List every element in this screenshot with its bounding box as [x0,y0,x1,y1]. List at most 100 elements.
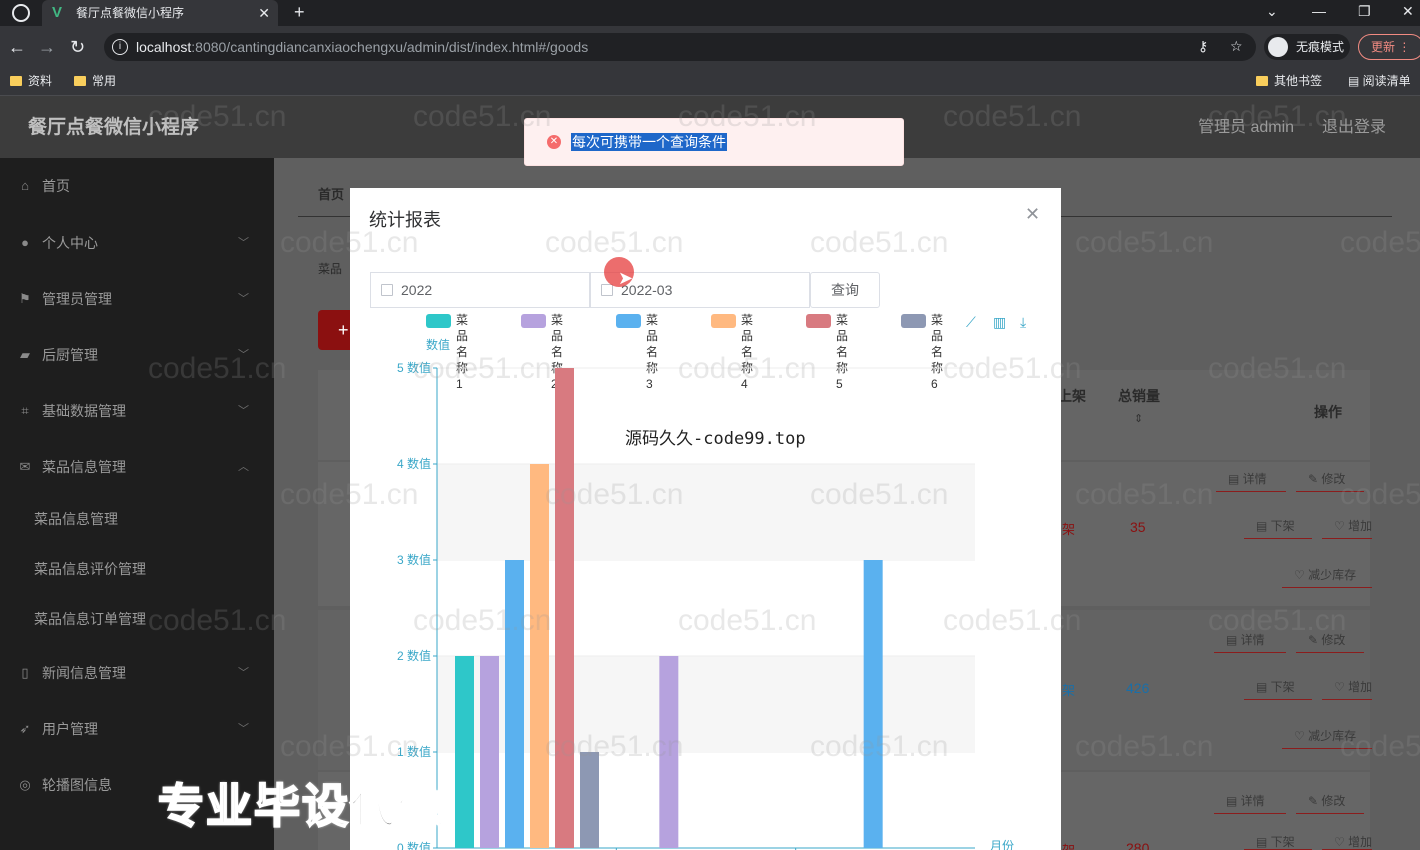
globe-icon [12,4,30,22]
close-dialog-icon[interactable]: ✕ [1025,204,1040,225]
reduce-stock-button[interactable]: ♡ 减少库存 [1282,562,1372,588]
sidebar-item-dishes[interactable]: ✉ 菜品信息管理 ︿ [0,455,274,479]
bar [555,368,574,848]
start-date-input[interactable]: 2022 [370,272,590,308]
edit-button[interactable]: ✎ 修改 [1296,627,1364,653]
sidebar-item-home[interactable]: ⌂ 首页 [0,174,274,198]
sidebar-item-basedata[interactable]: ⌗ 基础数据管理 ﹀ [0,399,274,423]
sidebar-subitem-reviews[interactable]: 菜品信息评价管理 [34,557,146,581]
incognito-badge[interactable]: 无痕模式 [1264,34,1350,60]
bar [530,464,549,848]
download-icon[interactable]: ⤓ [1020,314,1026,331]
forward-icon[interactable]: → [38,36,56,58]
compass-icon: ◎ [19,777,31,792]
column-shelf: 上架 [1058,388,1086,404]
tab-title: 餐厅点餐微信小程序 [76,6,185,20]
crop-icon: ⌗ [21,403,29,418]
row-status: 架 [1062,522,1076,537]
reading-list-icon: ▤ [1348,74,1363,88]
error-icon: ✕ [547,135,561,149]
x-axis-label: 月份 [990,839,1014,850]
mail-icon: ✉ [19,459,31,474]
y-tick-label: 4 数值 [397,456,431,471]
chevron-down-icon: ﹀ [238,405,249,417]
tab-search-icon[interactable]: ⌄ [1266,0,1278,22]
query-button[interactable]: 查询 [810,272,880,308]
bookmarks-bar [0,68,1420,96]
chevron-down-icon: ﹀ [238,723,249,735]
logout-link[interactable]: 退出登录 [1322,96,1386,160]
other-bookmarks[interactable]: 其他书签 [1256,68,1322,94]
source-watermark: 源码久久-code99.top [625,429,806,449]
bookmark-folder[interactable]: 资料 [10,68,52,94]
increase-stock-button[interactable]: ♡ 增加 [1322,674,1372,700]
sidebar-subitem-dishes[interactable]: 菜品信息管理 [34,507,118,531]
minimize-icon[interactable]: — [1312,0,1326,22]
breadcrumb[interactable]: 首页 [318,184,344,203]
column-ops: 操作 [1314,404,1342,420]
app-title: 餐厅点餐微信小程序 [28,117,200,138]
new-tab-icon[interactable]: + [294,0,305,24]
home-icon: ⌂ [21,178,29,193]
offshelf-button[interactable]: ▤ 下架 [1244,834,1312,850]
bar [455,656,474,848]
key-icon[interactable]: ⚷ [1198,38,1208,55]
mouse-cursor-icon: ➤ [618,268,634,288]
star-icon[interactable]: ☆ [1230,38,1243,55]
bar [863,560,883,848]
bar-chart-icon[interactable]: ▥ [993,314,1006,331]
row-sales: 35 [1130,519,1146,535]
user-icon: ● [21,235,29,250]
reduce-stock-button[interactable]: ♡ 减少库存 [1282,723,1372,749]
sidebar-item-news[interactable]: ▯ 新闻信息管理 ﹀ [0,661,274,685]
sign-icon: ▰ [20,347,30,362]
sidebar-item-admins[interactable]: ⚑ 管理员管理 ﹀ [0,287,274,311]
update-button[interactable]: 更新 ⋮ [1358,34,1420,60]
calendar-icon [601,284,613,296]
back-icon[interactable]: ← [8,36,26,58]
detail-button[interactable]: ▤ 详情 [1214,627,1286,653]
bar [659,656,679,848]
sidebar-item-profile[interactable]: ● 个人中心 ﹀ [0,231,274,255]
bookmark-folder[interactable]: 常用 [74,68,116,94]
browser-tab[interactable]: V 餐厅点餐微信小程序 ✕ [42,0,278,26]
bar [580,752,599,848]
sidebar-subitem-orders[interactable]: 菜品信息订单管理 [34,607,146,631]
chevron-down-icon: ﹀ [238,237,249,249]
restore-icon[interactable]: ❐ [1358,0,1371,22]
reload-icon[interactable]: ↻ [70,36,85,58]
phone-icon: ▯ [21,665,29,680]
offshelf-button[interactable]: ▤ 下架 [1244,513,1312,539]
folder-icon [10,76,22,86]
vue-logo-icon: V [52,4,63,21]
info-icon[interactable]: i [112,39,128,55]
close-tab-icon[interactable]: ✕ [258,0,270,26]
increase-stock-button[interactable]: ♡ 增加 [1322,513,1372,539]
filter-label: 菜品 [318,262,343,276]
chevron-down-icon: ﹀ [238,349,249,361]
row-status: 架 [1062,840,1075,850]
chevron-down-icon: ﹀ [238,667,249,679]
y-axis-label: 数值 [426,337,450,352]
edit-button[interactable]: ✎ 修改 [1296,788,1364,814]
offshelf-button[interactable]: ▤ 下架 [1244,674,1312,700]
line-chart-icon[interactable]: ⟋ [966,314,976,331]
error-message: ✕ 每次可携带一个查询条件 [524,118,904,166]
dialog-title: 统计报表 [369,210,441,230]
url-text[interactable]: localhost:8080/cantingdiancanxiaochengxu… [136,33,588,61]
row-sales: 426 [1126,680,1150,696]
detail-button[interactable]: ▤ 详情 [1214,788,1286,814]
edit-button[interactable]: ✎ 修改 [1296,466,1364,492]
y-tick-label: 1 数值 [397,744,431,759]
row-status: 架 [1062,683,1076,698]
send-icon: ➶ [19,721,31,736]
sidebar-item-kitchen[interactable]: ▰ 后厨管理 ﹀ [0,343,274,367]
message-text: 每次可携带一个查询条件 [571,133,727,151]
sidebar-item-users[interactable]: ➶ 用户管理 ﹀ [0,717,274,741]
close-window-icon[interactable]: ✕ [1402,0,1414,22]
increase-stock-button[interactable]: ♡ 增加 [1322,834,1372,850]
reading-list[interactable]: ▤ 阅读清单 [1348,68,1420,94]
detail-button[interactable]: ▤ 详情 [1216,466,1286,492]
address-bar[interactable]: i localhost:8080/cantingdiancanxiaocheng… [104,33,1256,61]
sort-icon[interactable]: ⇕ [1134,412,1143,425]
